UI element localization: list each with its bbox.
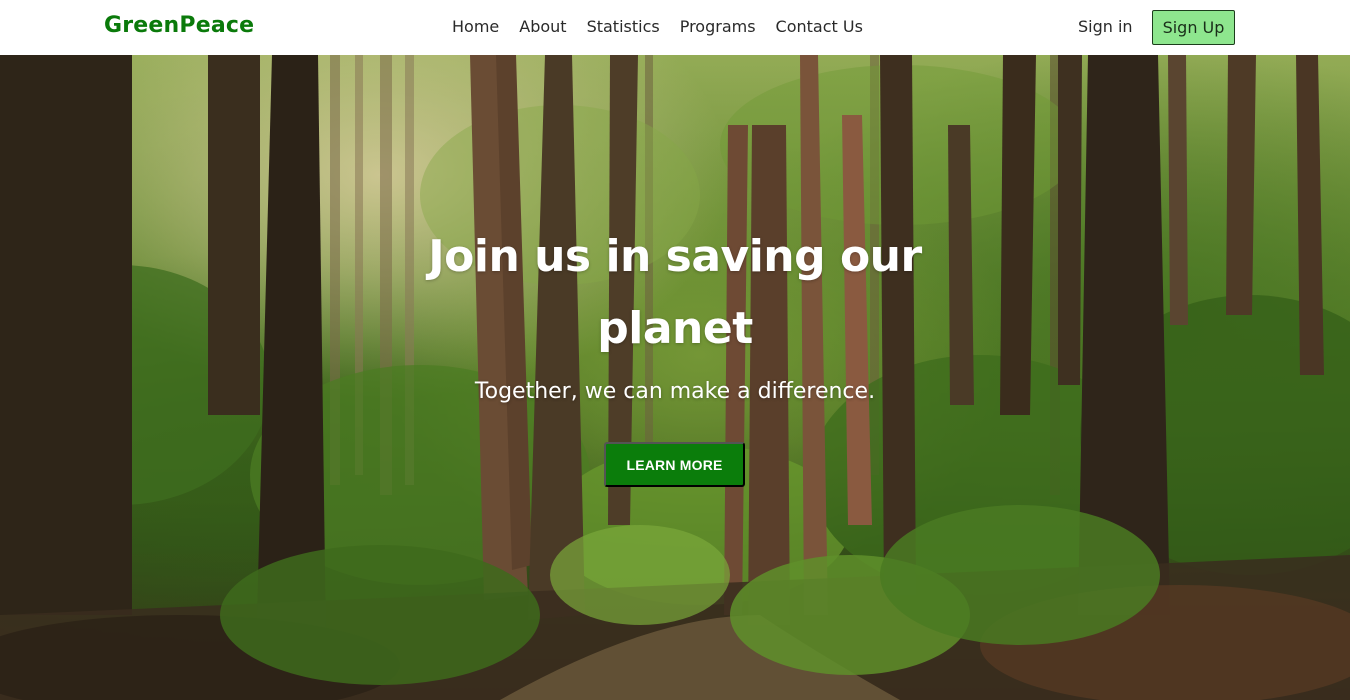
hero-section: Join us in saving our planet Together, w…	[0, 55, 1350, 700]
nav-link-about[interactable]: About	[519, 17, 566, 36]
nav-link-contact-us[interactable]: Contact Us	[776, 17, 863, 36]
learn-more-button[interactable]: LEARN MORE	[604, 442, 745, 487]
hero-subtitle: Together, we can make a difference.	[474, 379, 876, 404]
sign-in-link[interactable]: Sign in	[1078, 17, 1133, 36]
nav-link-programs[interactable]: Programs	[680, 17, 756, 36]
brand-logo[interactable]: GreenPeace	[104, 13, 254, 38]
nav-link-home[interactable]: Home	[452, 17, 499, 36]
hero-content: Join us in saving our planet Together, w…	[0, 55, 1350, 700]
nav-link-statistics[interactable]: Statistics	[587, 17, 660, 36]
nav-links: Home About Statistics Programs Contact U…	[452, 17, 863, 36]
sign-up-button[interactable]: Sign Up	[1152, 10, 1235, 45]
navbar: GreenPeace Home About Statistics Program…	[0, 0, 1350, 55]
hero-title: Join us in saving our planet	[428, 231, 922, 354]
